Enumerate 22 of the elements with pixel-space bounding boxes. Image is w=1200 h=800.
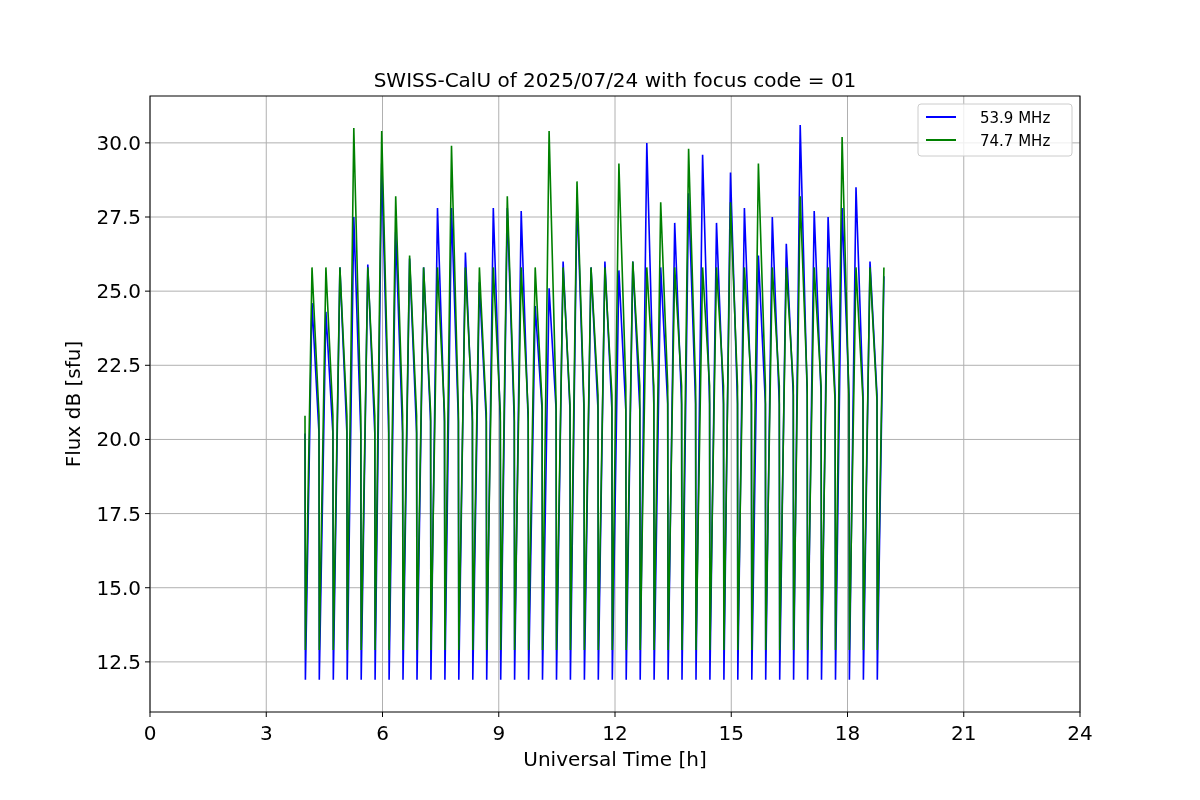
x-tick-label: 3 (259, 721, 273, 745)
y-axis-label: Flux dB [sfu] (61, 340, 85, 468)
x-tick-label: 24 (1067, 721, 1093, 745)
y-tick-label: 15.0 (96, 575, 141, 600)
y-tick-label: 25.0 (96, 279, 141, 304)
y-tick-label: 27.5 (96, 205, 141, 229)
x-tick-label: 18 (834, 721, 861, 745)
legend-label: 53.9 MHz (980, 109, 1051, 127)
y-tick-label: 17.5 (96, 501, 141, 526)
x-tick-label: 0 (143, 721, 157, 745)
x-tick-label: 21 (951, 721, 977, 745)
y-tick-label: 30.0 (96, 130, 141, 155)
y-tick-label: 22.5 (96, 353, 141, 378)
x-tick-label: 12 (602, 721, 628, 745)
y-tick-label: 12.5 (96, 649, 141, 674)
x-tick-label: 9 (492, 721, 506, 745)
x-tick-label: 15 (718, 721, 744, 745)
chart-title: SWISS-CalU of 2025/07/24 with focus code = 01 (373, 68, 857, 92)
x-axis-label: Universal Time [h] (523, 747, 707, 771)
legend-label: 74.7 MHz (980, 132, 1051, 150)
y-tick-label: 20.0 (96, 427, 141, 452)
x-tick-label: 6 (376, 721, 389, 745)
